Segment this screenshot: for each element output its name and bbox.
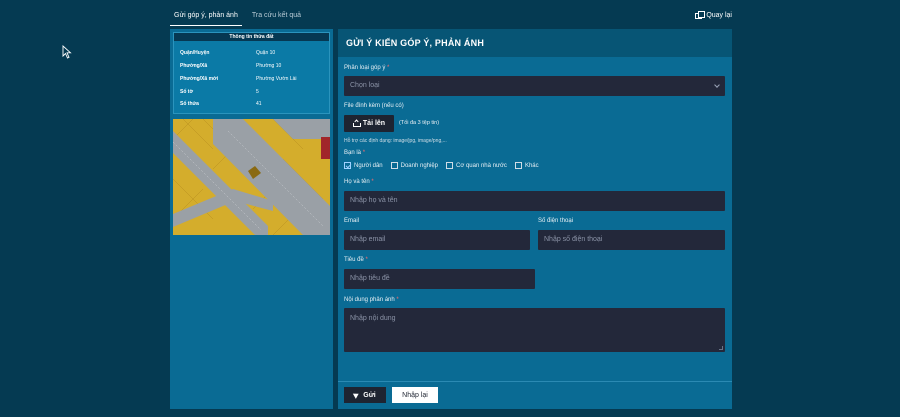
form-footer: Gửi Nhập lại — [338, 381, 732, 409]
fullname-label: Họ và tên * — [344, 179, 374, 185]
required-mark: * — [371, 179, 374, 185]
email-label: Email — [344, 218, 360, 224]
upload-button[interactable]: Tải lên — [344, 115, 394, 132]
feedback-form: GỬI Ý KIẾN GÓP Ý, PHẢN ÁNH Phân loại góp… — [338, 29, 732, 409]
window-icon — [695, 10, 706, 19]
phone-label: Số điện thoại — [538, 218, 574, 224]
chevron-down-icon — [714, 82, 720, 88]
fullname-label-text: Họ và tên — [344, 179, 370, 185]
checkbox-label: Doanh nghiệp — [400, 162, 439, 169]
checkbox-government[interactable]: Cơ quan nhà nước — [446, 162, 507, 169]
send-button[interactable]: Gửi — [344, 387, 386, 403]
format-hint: Hỗ trợ các định dạng: image/jpg, image/p… — [344, 138, 447, 144]
upload-button-label: Tải lên — [362, 120, 386, 127]
info-key: Quận/Huyện — [180, 50, 210, 56]
you-are-label: Bạn là * — [344, 150, 365, 156]
info-value: Quận 10 — [256, 50, 276, 56]
you-are-label-text: Bạn là — [344, 150, 362, 156]
checkbox-label: Người dân — [354, 162, 383, 169]
info-key: Phường/Xã — [180, 63, 208, 69]
checkbox-box[interactable] — [446, 162, 454, 169]
subject-label-text: Tiêu đề — [344, 257, 364, 263]
content-label: Nội dung phản ánh * — [344, 297, 399, 303]
subject-input[interactable]: Nhập tiêu đề — [344, 269, 535, 289]
checkbox-enterprise[interactable]: Doanh nghiệp — [390, 162, 439, 169]
send-button-label: Gửi — [363, 391, 376, 399]
required-mark: * — [365, 257, 368, 263]
checkbox-box[interactable] — [514, 162, 522, 169]
info-key: Phường/Xã mới — [180, 76, 218, 82]
category-label: Phân loại góp ý * — [344, 65, 389, 71]
checkbox-citizen[interactable]: Người dân — [344, 162, 383, 169]
tab-lookup-results[interactable]: Tra cứu kết quả — [248, 10, 305, 26]
checkbox-label: Khác — [524, 162, 539, 169]
resize-handle-icon[interactable] — [719, 346, 723, 350]
phone-input[interactable]: Nhập số điện thoại — [538, 230, 725, 250]
form-title: GỬI Ý KIẾN GÓP Ý, PHẢN ÁNH — [338, 29, 732, 57]
email-input[interactable]: Nhập email — [344, 230, 530, 250]
category-label-text: Phân loại góp ý — [344, 65, 386, 71]
reset-button[interactable]: Nhập lại — [392, 387, 438, 403]
checkbox-box[interactable] — [344, 162, 351, 169]
required-mark: * — [362, 150, 366, 156]
attachment-label: File đính kèm (nếu có) — [344, 103, 404, 109]
required-mark: * — [387, 65, 390, 71]
you-are-options: Người dân Doanh nghiệp Cơ quan nhà nước … — [344, 162, 539, 169]
info-value: 5 — [256, 89, 259, 95]
content-label-text: Nội dung phản ánh — [344, 297, 395, 303]
land-info-title: Thông tin thửa đất — [174, 33, 329, 41]
required-mark: * — [396, 297, 399, 303]
info-value: Phường 10 — [256, 63, 282, 69]
content-textarea[interactable]: Nhập nội dung — [344, 308, 725, 352]
subject-label: Tiêu đề * — [344, 257, 368, 263]
tab-submit-feedback[interactable]: Gửi góp ý, phản ánh — [170, 10, 242, 26]
category-select[interactable]: Chọn loại — [344, 76, 725, 96]
checkbox-label: Cơ quan nhà nước — [456, 162, 507, 169]
send-icon — [353, 391, 361, 399]
checkbox-other[interactable]: Khác — [514, 162, 539, 169]
category-select-value: Chọn loại — [350, 82, 380, 89]
map-canvas — [173, 119, 330, 235]
parcel-map[interactable] — [173, 119, 330, 235]
info-key: Số tờ — [180, 89, 193, 95]
upload-note: (Tối đa 3 tệp tin) — [399, 120, 440, 126]
info-value: Phường Vườn Lài — [256, 76, 297, 82]
tab-bar: Gửi góp ý, phản ánh Tra cứu kết quả — [170, 10, 311, 26]
cursor-icon — [62, 45, 72, 59]
back-button[interactable]: Quay lại — [695, 10, 732, 19]
info-key: Số thửa — [180, 101, 199, 107]
land-info-panel: Thông tin thửa đất Quận/Huyện Quận 10 Ph… — [170, 29, 333, 409]
info-value: 41 — [256, 101, 262, 107]
back-label: Quay lại — [706, 12, 732, 19]
upload-icon — [352, 121, 361, 127]
land-info-card: Thông tin thửa đất Quận/Huyện Quận 10 Ph… — [173, 32, 330, 114]
content-placeholder: Nhập nội dung — [350, 315, 396, 322]
fullname-input[interactable]: Nhập họ và tên — [344, 191, 725, 211]
checkbox-box[interactable] — [390, 162, 398, 169]
